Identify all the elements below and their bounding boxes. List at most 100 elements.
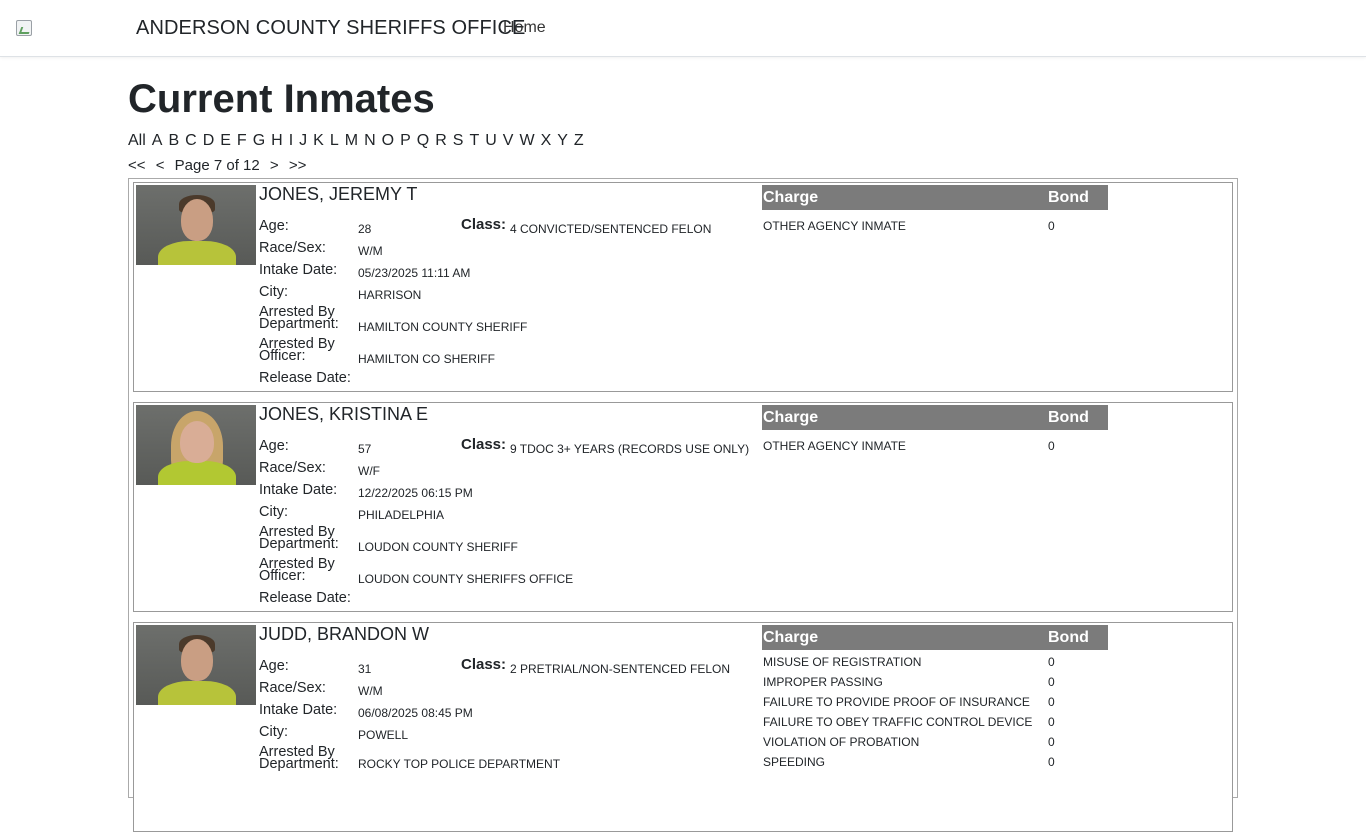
city-value: HARRISON bbox=[358, 288, 422, 302]
class-label: Class: bbox=[461, 436, 507, 453]
city-label: City: bbox=[259, 284, 288, 300]
race-sex-label: Race/Sex: bbox=[259, 680, 326, 696]
alpha-link-i[interactable]: I bbox=[289, 132, 293, 149]
intake-date-label: Intake Date: bbox=[259, 262, 338, 278]
alpha-link-e[interactable]: E bbox=[220, 132, 231, 149]
alpha-link-d[interactable]: D bbox=[203, 132, 215, 149]
inmate-card: JONES, JEREMY T Age: 28 Class: 4 CONVICT… bbox=[133, 182, 1233, 392]
bond-value: 0 bbox=[1048, 655, 1055, 669]
alpha-link-s[interactable]: S bbox=[453, 132, 464, 149]
bond-value: 0 bbox=[1048, 715, 1055, 729]
prev-page-link[interactable]: < bbox=[156, 157, 165, 174]
bond-value: 0 bbox=[1048, 675, 1055, 689]
alpha-link-a[interactable]: A bbox=[152, 132, 163, 149]
alpha-link-t[interactable]: T bbox=[469, 132, 479, 149]
age-label: Age: bbox=[259, 658, 289, 674]
alpha-link-v[interactable]: V bbox=[503, 132, 514, 149]
arrested-dept-value: ROCKY TOP POLICE DEPARTMENT bbox=[358, 757, 561, 771]
alpha-link-j[interactable]: J bbox=[299, 132, 307, 149]
alpha-link-h[interactable]: H bbox=[271, 132, 283, 149]
charge-text: OTHER AGENCY INMATE bbox=[763, 219, 906, 233]
top-navbar: ANDERSON COUNTY SHERIFFS OFFICE Home bbox=[0, 0, 1366, 57]
bond-column-header: Bond bbox=[1048, 409, 1089, 426]
alpha-link-u[interactable]: U bbox=[485, 132, 497, 149]
bond-value: 0 bbox=[1048, 439, 1055, 453]
race-sex-value: W/M bbox=[358, 244, 383, 258]
alpha-link-y[interactable]: Y bbox=[557, 132, 568, 149]
alpha-link-f[interactable]: F bbox=[237, 132, 247, 149]
alpha-link-q[interactable]: Q bbox=[417, 132, 429, 149]
arrested-officer-value: LOUDON COUNTY SHERIFFS OFFICE bbox=[358, 572, 574, 586]
charge-text: IMPROPER PASSING bbox=[763, 675, 883, 689]
nav-home-link[interactable]: Home bbox=[503, 19, 546, 37]
charge-text: VIOLATION OF PROBATION bbox=[763, 735, 920, 749]
inmate-name: JONES, KRISTINA E bbox=[259, 404, 429, 424]
last-page-link[interactable]: >> bbox=[289, 157, 307, 174]
arrested-dept-label-2: Department: bbox=[259, 756, 339, 772]
age-value: 57 bbox=[358, 442, 372, 456]
alpha-link-n[interactable]: N bbox=[364, 132, 376, 149]
charge-column-header: Charge bbox=[763, 409, 819, 426]
city-label: City: bbox=[259, 504, 288, 520]
charges-header: Charge Bond bbox=[762, 625, 1108, 650]
first-page-link[interactable]: << bbox=[128, 157, 146, 174]
class-value: 9 TDOC 3+ YEARS (RECORDS USE ONLY) bbox=[510, 442, 750, 456]
arrested-dept-value: HAMILTON COUNTY SHERIFF bbox=[358, 320, 528, 334]
next-page-link[interactable]: > bbox=[270, 157, 279, 174]
pagination: << < Page 7 of 12 > >> bbox=[128, 157, 306, 174]
inmate-card: JUDD, BRANDON W Age: 31 Class: 2 PRETRIA… bbox=[133, 622, 1233, 832]
release-date-label: Release Date: bbox=[259, 590, 351, 606]
charges-header: Charge Bond bbox=[762, 185, 1108, 210]
city-value: PHILADELPHIA bbox=[358, 508, 445, 522]
charge-column-header: Charge bbox=[763, 189, 819, 206]
inmate-photo bbox=[136, 405, 256, 485]
class-label: Class: bbox=[461, 216, 507, 233]
class-value: 2 PRETRIAL/NON-SENTENCED FELON bbox=[510, 662, 731, 676]
charge-text: FAILURE TO OBEY TRAFFIC CONTROL DEVICE bbox=[763, 715, 1033, 729]
race-sex-label: Race/Sex: bbox=[259, 240, 326, 256]
alpha-link-k[interactable]: K bbox=[313, 132, 324, 149]
alphabet-filter: All A B C D E F G H I J K L M N O P Q R S T U V W X Y Z bbox=[128, 132, 590, 150]
class-label: Class: bbox=[461, 656, 507, 673]
bond-column-header: Bond bbox=[1048, 189, 1089, 206]
alpha-link-z[interactable]: Z bbox=[574, 132, 584, 149]
bond-value: 0 bbox=[1048, 219, 1055, 233]
alpha-link-p[interactable]: P bbox=[400, 132, 411, 149]
intake-date-value: 12/22/2025 06:15 PM bbox=[358, 486, 473, 500]
charges-header: Charge Bond bbox=[762, 405, 1108, 430]
arrested-officer-value: HAMILTON CO SHERIFF bbox=[358, 352, 495, 366]
age-value: 28 bbox=[358, 222, 372, 236]
arrested-officer-label-2: Officer: bbox=[259, 348, 306, 364]
alpha-link-g[interactable]: G bbox=[253, 132, 265, 149]
alpha-link-x[interactable]: X bbox=[541, 132, 552, 149]
bond-column-header: Bond bbox=[1048, 629, 1089, 646]
site-brand[interactable]: ANDERSON COUNTY SHERIFFS OFFICE bbox=[136, 17, 525, 40]
alpha-link-o[interactable]: O bbox=[382, 132, 394, 149]
alpha-link-all[interactable]: All bbox=[128, 132, 146, 149]
alpha-link-b[interactable]: B bbox=[168, 132, 179, 149]
alpha-link-r[interactable]: R bbox=[435, 132, 447, 149]
inmate-photo bbox=[136, 625, 256, 705]
charge-column-header: Charge bbox=[763, 629, 819, 646]
page-title: Current Inmates bbox=[128, 77, 435, 121]
release-date-label: Release Date: bbox=[259, 370, 351, 386]
bond-value: 0 bbox=[1048, 755, 1055, 769]
intake-date-label: Intake Date: bbox=[259, 702, 338, 718]
race-sex-value: W/F bbox=[358, 464, 380, 478]
alpha-link-w[interactable]: W bbox=[519, 132, 534, 149]
alpha-link-l[interactable]: L bbox=[330, 132, 339, 149]
city-label: City: bbox=[259, 724, 288, 740]
alpha-link-c[interactable]: C bbox=[185, 132, 197, 149]
arrested-dept-label-2: Department: bbox=[259, 316, 339, 332]
broken-image-icon[interactable] bbox=[16, 20, 32, 36]
inmate-list: JONES, JEREMY T Age: 28 Class: 4 CONVICT… bbox=[128, 178, 1238, 832]
intake-date-value: 05/23/2025 11:11 AM bbox=[358, 266, 471, 280]
inmate-card: JONES, KRISTINA E Age: 57 Class: 9 TDOC … bbox=[133, 402, 1233, 612]
bond-value: 0 bbox=[1048, 735, 1055, 749]
alpha-link-m[interactable]: M bbox=[345, 132, 358, 149]
arrested-dept-label-2: Department: bbox=[259, 536, 339, 552]
race-sex-value: W/M bbox=[358, 684, 383, 698]
race-sex-label: Race/Sex: bbox=[259, 460, 326, 476]
charge-text: MISUSE OF REGISTRATION bbox=[763, 655, 922, 669]
age-label: Age: bbox=[259, 218, 289, 234]
